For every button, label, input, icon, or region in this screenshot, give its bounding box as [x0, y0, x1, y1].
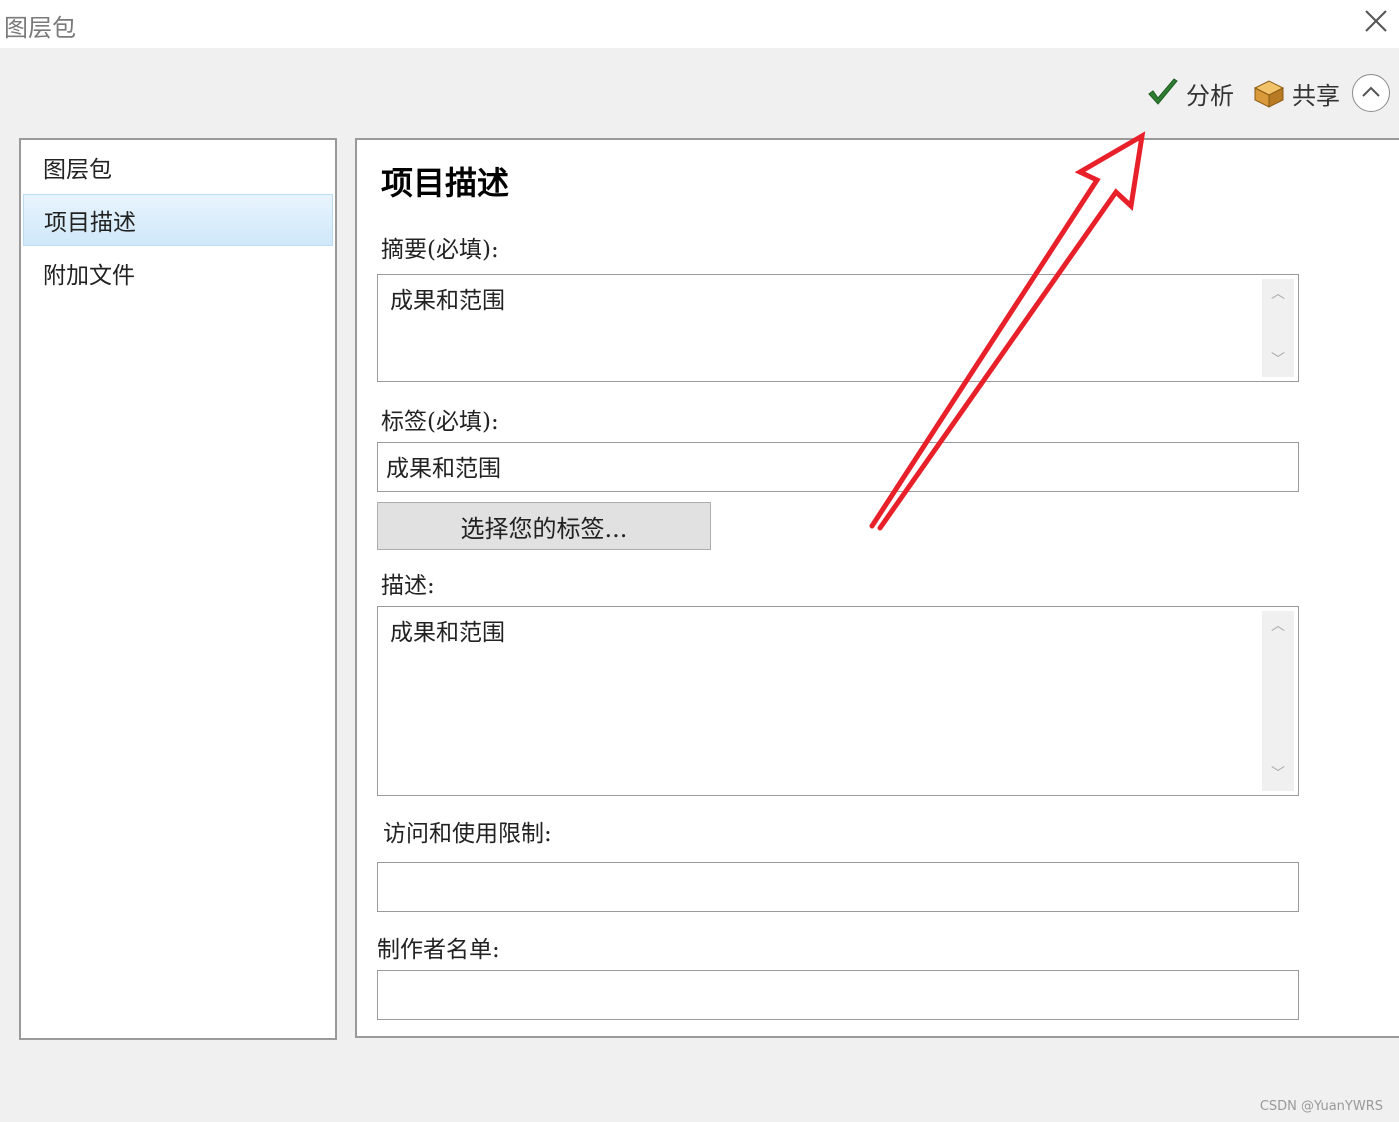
sidebar-item-attachments[interactable]: 附加文件 — [23, 248, 333, 298]
access-input[interactable] — [377, 862, 1299, 912]
page-title: 项目描述 — [381, 164, 510, 202]
description-textarea[interactable]: 成果和范围 ︿ ﹀ — [377, 606, 1299, 796]
scroll-up-icon[interactable]: ︿ — [1262, 283, 1294, 307]
collapse-button[interactable] — [1352, 74, 1390, 112]
credits-label: 制作者名单: — [377, 937, 500, 963]
main-panel: 项目描述 摘要(必填): 成果和范围 ︿ ﹀ 标签(必填): 成果和范围 选择您… — [355, 138, 1399, 1038]
scroll-up-icon[interactable]: ︿ — [1262, 615, 1294, 639]
checkmark-icon — [1148, 78, 1178, 105]
summary-textarea[interactable]: 成果和范围 ︿ ﹀ — [377, 274, 1299, 382]
description-scrollbar[interactable]: ︿ ﹀ — [1262, 611, 1294, 791]
tags-label: 标签(必填): — [381, 409, 499, 435]
summary-value: 成果和范围 — [390, 288, 505, 314]
close-icon[interactable] — [1361, 6, 1391, 36]
sidebar-item-project-description[interactable]: 项目描述 — [23, 194, 333, 246]
credits-input[interactable] — [377, 970, 1299, 1020]
summary-scrollbar[interactable]: ︿ ﹀ — [1262, 279, 1294, 377]
chevron-up-icon — [1362, 86, 1380, 97]
access-label: 访问和使用限制: — [383, 821, 552, 847]
sidebar: 图层包 项目描述 附加文件 — [19, 138, 337, 1040]
package-icon — [1253, 80, 1285, 108]
description-label: 描述: — [381, 573, 435, 599]
analyze-button[interactable]: 分析 — [1146, 72, 1234, 114]
title-bar: 图层包 — [0, 0, 1399, 48]
window-title: 图层包 — [4, 14, 76, 42]
summary-label: 摘要(必填): — [381, 237, 499, 263]
watermark: CSDN @YuanYWRS — [1259, 1099, 1383, 1114]
choose-tags-button[interactable]: 选择您的标签... — [377, 502, 711, 550]
sidebar-item-layer-package[interactable]: 图层包 — [23, 142, 333, 192]
scroll-down-icon[interactable]: ﹀ — [1262, 763, 1294, 787]
tags-value: 成果和范围 — [386, 456, 501, 482]
analyze-label: 分析 — [1186, 81, 1234, 110]
tags-input[interactable]: 成果和范围 — [377, 442, 1299, 492]
description-value: 成果和范围 — [390, 620, 505, 646]
share-button[interactable]: 共享 — [1252, 72, 1340, 114]
scroll-down-icon[interactable]: ﹀ — [1262, 349, 1294, 373]
share-label: 共享 — [1292, 81, 1340, 110]
